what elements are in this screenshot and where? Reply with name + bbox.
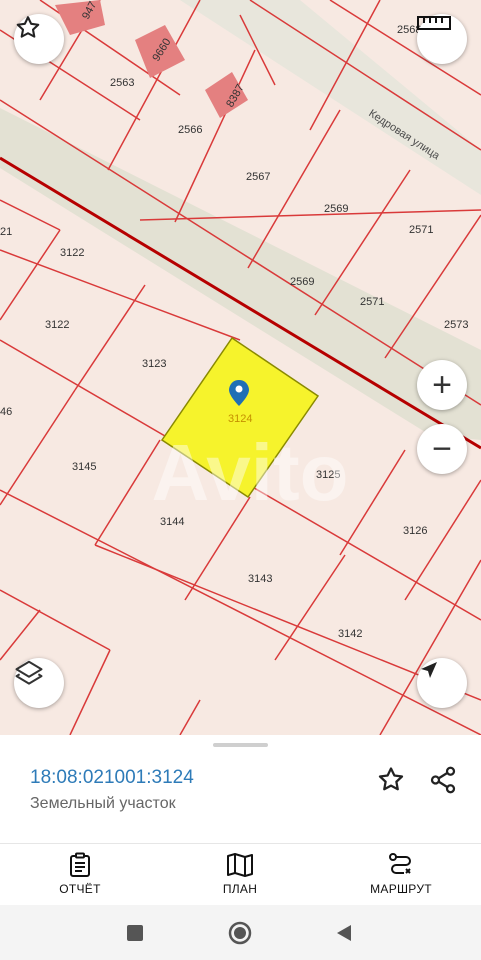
star-outline-icon [378, 767, 404, 791]
route-icon [389, 853, 411, 874]
tab-label: ОТЧЁТ [59, 882, 101, 896]
parcel-label: 3122 [60, 247, 84, 259]
zoom-out-button[interactable]: − [417, 424, 467, 474]
bottom-tab-bar: ОТЧЁТ ПЛАН МАРШРУТ [0, 843, 481, 906]
parcel-label: 2569 [290, 276, 314, 288]
home-button[interactable] [226, 919, 254, 947]
tab-plan[interactable]: ПЛАН [180, 844, 300, 906]
layers-icon [15, 660, 43, 685]
triangle-icon [337, 925, 351, 941]
ruler-button[interactable] [417, 14, 467, 64]
minus-icon: − [432, 430, 452, 468]
plus-icon: + [432, 366, 452, 404]
sheet-drag-handle[interactable] [213, 743, 268, 747]
parcel-type: Земельный участок [30, 795, 176, 812]
parcel-label: 3123 [142, 358, 166, 370]
parcel-label: 2571 [409, 224, 433, 236]
tab-report[interactable]: ОТЧЁТ [20, 844, 140, 906]
favorite-button[interactable] [14, 14, 64, 64]
locate-button[interactable] [417, 658, 467, 708]
map-icon [227, 853, 253, 877]
parcel-label: 3144 [160, 516, 184, 528]
parcel-label: 2569 [324, 203, 348, 215]
parcel-label: 3143 [248, 573, 272, 585]
parcel-label: 2566 [178, 124, 202, 136]
selected-parcel-label: 3124 [228, 413, 252, 425]
back-button[interactable] [330, 919, 358, 947]
parcel-label: 2567 [246, 171, 270, 183]
navigation-arrow-icon [421, 662, 437, 678]
parcel-label: 3126 [403, 525, 427, 537]
favorite-parcel-button[interactable] [374, 763, 408, 797]
parcel-label: 3142 [338, 628, 362, 640]
parcel-label: 2571 [360, 296, 384, 308]
report-icon [70, 852, 90, 877]
map-canvas[interactable]: 947 9660 8387 Кедровая улица 2568 2563 2… [0, 0, 481, 735]
ruler-icon [417, 16, 451, 30]
cadastral-map[interactable]: 947 9660 8387 Кедровая улица 2568 2563 2… [0, 0, 481, 735]
layers-button[interactable] [14, 658, 64, 708]
tab-route[interactable]: МАРШРУТ [341, 844, 461, 906]
parcel-label: 2573 [444, 319, 468, 331]
system-navigation-bar [0, 905, 481, 960]
recents-button[interactable] [121, 919, 149, 947]
parcel-label: 2563 [110, 77, 134, 89]
circle-icon [228, 921, 252, 945]
parcel-label: 3145 [72, 461, 96, 473]
tab-label: ПЛАН [222, 882, 258, 896]
square-icon [127, 925, 143, 941]
tab-label: МАРШРУТ [370, 882, 432, 896]
parcel-label: 46 [0, 406, 12, 418]
zoom-in-button[interactable]: + [417, 360, 467, 410]
parcel-label: 21 [0, 226, 12, 238]
star-outline-icon [16, 16, 40, 38]
cadastral-number[interactable]: 18:08:021001:3124 [30, 767, 194, 789]
share-button[interactable] [426, 763, 460, 797]
parcel-info-sheet[interactable]: 18:08:021001:3124 Земельный участок [0, 735, 481, 843]
parcel-label: 3122 [45, 319, 69, 331]
avito-watermark: Avito [151, 428, 348, 517]
share-icon [430, 766, 456, 794]
